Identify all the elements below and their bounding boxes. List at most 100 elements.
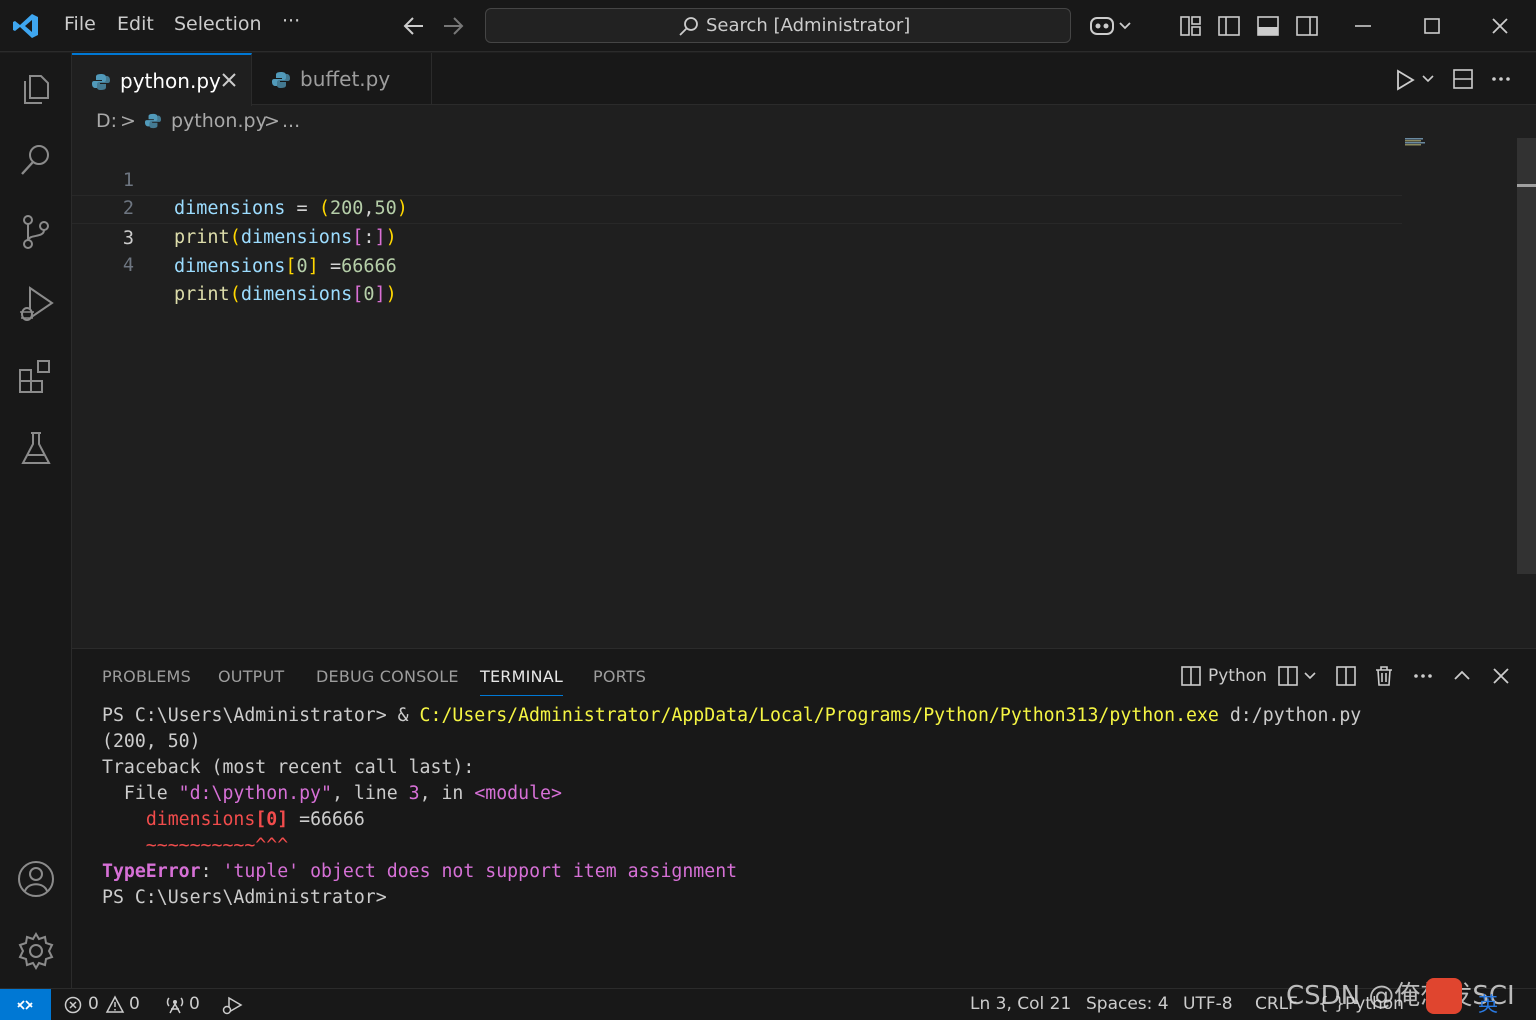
python-file-icon <box>145 113 161 129</box>
run-python-file-icon[interactable] <box>1394 69 1416 91</box>
more-actions-icon[interactable] <box>1412 665 1434 687</box>
vscode-logo-icon[interactable] <box>12 12 40 40</box>
token-bracket: ] <box>374 283 386 305</box>
terminal-line: (200, 50) <box>102 731 201 752</box>
trash-icon[interactable] <box>1373 665 1395 687</box>
ports-count[interactable]: 0 <box>189 994 200 1014</box>
ime-mode-indicator[interactable]: 英 <box>1478 988 1498 1017</box>
line-number: 4 <box>122 255 134 277</box>
scrollbar-cursor-marker <box>1517 184 1536 187</box>
python-file-icon <box>92 74 110 90</box>
terminal-split-layout-icon[interactable] <box>1180 665 1202 687</box>
warning-icon[interactable] <box>105 995 125 1014</box>
terminal-line: ~~~~~~~~~~^^^ <box>102 835 289 856</box>
cursor-position[interactable]: Ln 3, Col 21 <box>970 994 1071 1014</box>
toggle-secondary-sidebar-icon[interactable] <box>1295 14 1319 38</box>
python-file-icon <box>272 72 290 88</box>
more-actions-icon[interactable] <box>1490 68 1512 90</box>
testing-flask-icon[interactable] <box>16 428 56 468</box>
token-operator: = <box>318 256 342 278</box>
editor-scrollbar[interactable] <box>1517 138 1536 574</box>
search-icon[interactable] <box>16 140 56 180</box>
terminal-line: Traceback (most recent call last): <box>102 757 475 778</box>
copilot-icon[interactable] <box>1088 14 1134 38</box>
split-terminal-icon[interactable] <box>1335 665 1357 687</box>
accounts-icon[interactable] <box>16 859 56 899</box>
command-center-search[interactable]: Search [Administrator] <box>485 8 1071 43</box>
close-tab-icon[interactable] <box>220 71 238 89</box>
tab-buffet-py[interactable]: buffet.py <box>252 53 432 105</box>
new-terminal-icon[interactable] <box>1277 665 1299 687</box>
tab-terminal[interactable]: TERMINAL <box>480 667 563 696</box>
code-line-current[interactable]: 3 dimensions[0] =66666 <box>72 195 1402 277</box>
warning-count[interactable]: 0 <box>129 994 140 1014</box>
menu-edit[interactable]: Edit <box>117 13 154 35</box>
breadcrumb-drive[interactable]: D: <box>96 110 117 132</box>
token-function: print <box>174 283 230 305</box>
menu-selection[interactable]: Selection <box>174 13 262 35</box>
token-bracket: ) <box>385 283 397 305</box>
terminal-name[interactable]: Python <box>1208 666 1267 686</box>
token-number: 0 <box>296 256 308 278</box>
token-number: 0 <box>363 283 375 305</box>
editor-tab-bar: python.py buffet.py <box>72 53 1536 106</box>
remote-indicator[interactable] <box>0 989 51 1020</box>
settings-gear-icon[interactable] <box>16 931 56 971</box>
ime-logo-icon[interactable] <box>1426 978 1462 1014</box>
debug-launch-icon[interactable] <box>221 995 243 1015</box>
indentation[interactable]: Spaces: 4 <box>1086 994 1169 1014</box>
tab-ports[interactable]: PORTS <box>593 667 646 686</box>
remote-icon <box>17 1000 33 1010</box>
arrow-left-icon[interactable] <box>402 15 426 37</box>
chevron-down-icon[interactable] <box>1303 669 1317 683</box>
token-variable: dimensions <box>240 283 353 305</box>
terminal-line: PS C:\Users\Administrator> <box>102 887 387 908</box>
close-panel-icon[interactable] <box>1490 665 1512 687</box>
breadcrumb-file[interactable]: python.py <box>171 110 267 132</box>
tab-output[interactable]: OUTPUT <box>218 667 284 686</box>
token-variable: dimensions <box>174 256 286 278</box>
customize-layout-icon[interactable] <box>1179 14 1203 38</box>
terminal-output[interactable]: PS C:\Users\Administrator> & C:/Users/Ad… <box>102 703 1502 911</box>
arrow-right-icon[interactable] <box>441 15 465 37</box>
breadcrumb-separator: > <box>120 110 136 132</box>
terminal-line: PS C:\Users\Administrator> & C:/Users/Ad… <box>102 705 1362 726</box>
search-placeholder: Search [Administrator] <box>706 15 911 36</box>
run-and-debug-icon[interactable] <box>16 284 56 324</box>
activity-bar <box>0 53 72 988</box>
menu-file[interactable]: File <box>64 13 96 35</box>
bottom-panel: PROBLEMS OUTPUT DEBUG CONSOLE TERMINAL P… <box>72 648 1536 988</box>
token-bracket: ] <box>307 256 319 278</box>
code-line[interactable]: 4 print(dimensions[0]) <box>72 224 1402 305</box>
error-count[interactable]: 0 <box>88 994 99 1014</box>
error-icon[interactable] <box>64 996 82 1014</box>
source-control-icon[interactable] <box>16 212 56 252</box>
token-bracket: ( <box>229 283 241 305</box>
tab-debug-console[interactable]: DEBUG CONSOLE <box>316 667 459 686</box>
token-number: 66666 <box>341 256 397 278</box>
toggle-primary-sidebar-icon[interactable] <box>1217 14 1241 38</box>
toggle-panel-icon[interactable] <box>1256 14 1280 38</box>
search-icon <box>679 17 698 36</box>
tab-python-py[interactable]: python.py <box>72 53 252 106</box>
title-bar: File Edit Selection ··· Search [Administ… <box>0 0 1536 52</box>
terminal-line: File "d:\python.py", line 3, in <module> <box>102 783 562 804</box>
breadcrumb-more[interactable]: ... <box>282 110 300 132</box>
code-line[interactable]: 2 print(dimensions[:]) <box>72 167 1402 248</box>
ports-antenna-icon[interactable] <box>164 995 186 1015</box>
encoding[interactable]: UTF-8 <box>1183 994 1233 1014</box>
chevron-down-icon[interactable] <box>1421 72 1435 86</box>
explorer-icon[interactable] <box>16 68 56 108</box>
close-window-icon[interactable] <box>1489 14 1511 38</box>
maximize-icon[interactable] <box>1421 14 1443 38</box>
tab-label: buffet.py <box>300 67 391 91</box>
maximize-panel-chevron-up-icon[interactable] <box>1451 665 1473 687</box>
tab-problems[interactable]: PROBLEMS <box>102 667 191 686</box>
minimize-icon[interactable] <box>1352 14 1374 38</box>
menu-more[interactable]: ··· <box>282 10 300 32</box>
code-editor[interactable]: 1 dimensions = (200,50) 2 print(dimensio… <box>72 138 1402 305</box>
extensions-icon[interactable] <box>16 356 56 396</box>
code-line[interactable]: 1 dimensions = (200,50) <box>72 138 1402 220</box>
minimap[interactable] <box>1405 138 1427 146</box>
split-editor-icon[interactable] <box>1452 68 1474 90</box>
